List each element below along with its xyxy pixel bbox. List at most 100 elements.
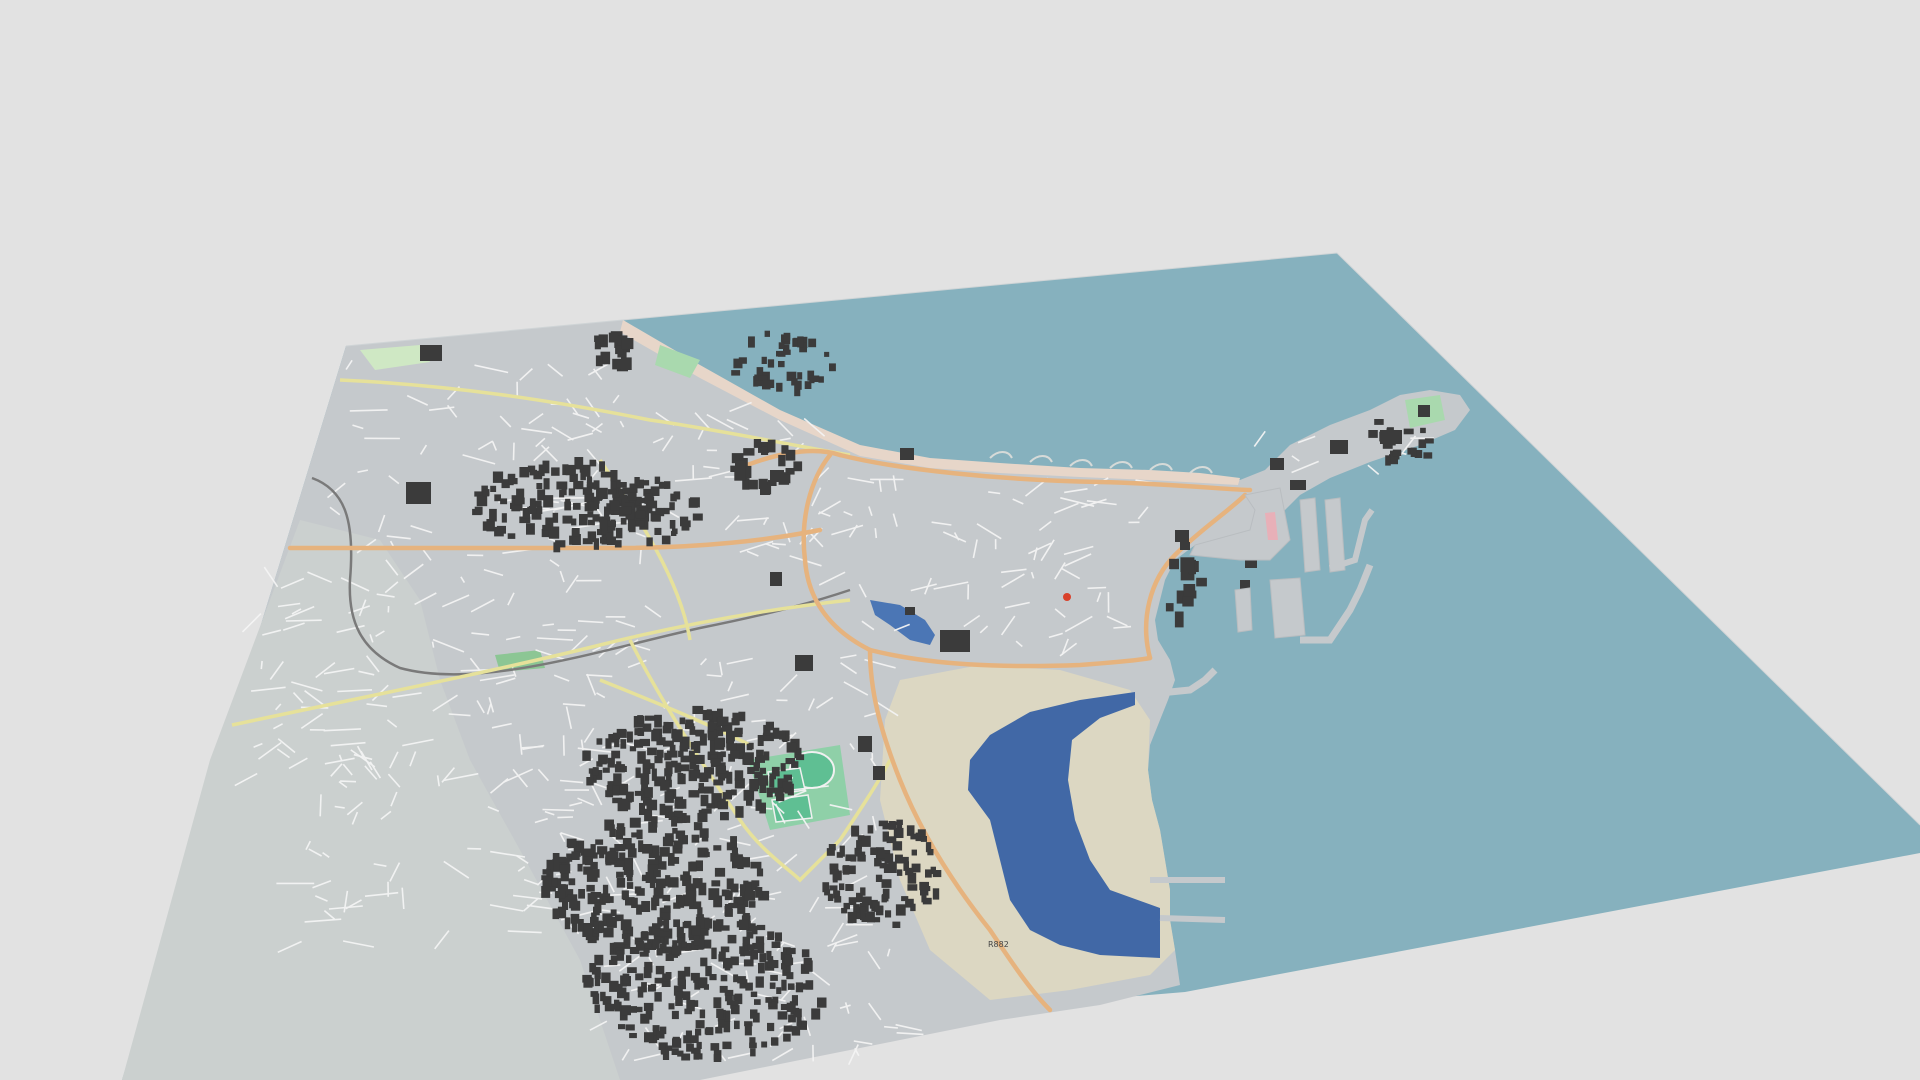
- building: [717, 716, 729, 726]
- building: [774, 787, 784, 797]
- map-scene[interactable]: R882: [0, 0, 1920, 1080]
- building: [730, 956, 739, 966]
- building: [586, 869, 598, 882]
- building: [589, 459, 597, 467]
- building: [808, 338, 817, 348]
- building: [743, 448, 755, 456]
- building: [711, 758, 721, 766]
- building: [583, 849, 594, 857]
- building: [677, 978, 686, 986]
- building: [621, 1005, 631, 1016]
- building: [562, 515, 573, 524]
- building: [627, 492, 637, 501]
- building: [651, 729, 660, 742]
- building: [900, 448, 914, 460]
- building: [1330, 440, 1348, 454]
- building: [774, 932, 782, 942]
- building: [661, 535, 671, 545]
- building: [635, 973, 644, 981]
- building: [1165, 603, 1174, 612]
- building: [817, 997, 827, 1008]
- building: [780, 763, 786, 772]
- building: [713, 920, 722, 932]
- building: [778, 454, 786, 467]
- building: [796, 754, 805, 761]
- poi-marker[interactable]: [1063, 593, 1071, 601]
- building: [811, 1008, 821, 1020]
- building: [605, 851, 613, 863]
- building: [787, 983, 795, 990]
- building: [656, 1030, 665, 1039]
- building: [644, 942, 652, 949]
- building: [671, 945, 682, 955]
- building: [655, 878, 666, 889]
- building: [634, 790, 644, 796]
- building: [767, 359, 775, 368]
- building: [761, 356, 767, 364]
- building: [582, 924, 593, 937]
- building: [892, 921, 901, 928]
- building: [680, 516, 689, 527]
- building: [662, 836, 673, 847]
- building: [1183, 584, 1196, 599]
- building: [647, 500, 658, 509]
- building: [762, 380, 771, 390]
- building: [771, 1037, 779, 1046]
- map-viewport[interactable]: R882: [0, 0, 1920, 1080]
- building: [526, 523, 535, 535]
- building: [752, 925, 758, 935]
- building: [634, 728, 641, 736]
- building: [643, 1002, 654, 1011]
- building: [672, 828, 678, 834]
- building: [767, 1022, 775, 1032]
- building: [610, 470, 618, 482]
- building: [623, 506, 632, 515]
- building: [932, 888, 940, 900]
- building: [737, 904, 746, 914]
- building: [751, 880, 760, 887]
- building: [801, 949, 810, 958]
- building: [829, 869, 839, 875]
- building: [627, 519, 635, 531]
- building: [659, 803, 666, 816]
- building: [598, 754, 608, 764]
- building: [748, 742, 754, 750]
- building: [759, 953, 767, 963]
- building: [672, 729, 683, 743]
- building: [688, 790, 700, 798]
- building: [621, 357, 632, 370]
- building: [501, 479, 510, 489]
- building: [604, 1003, 615, 1012]
- building: [776, 382, 783, 392]
- building: [765, 997, 772, 1003]
- building: [669, 520, 676, 529]
- building: [766, 950, 772, 961]
- building: [765, 721, 774, 731]
- building: [617, 987, 627, 999]
- building: [886, 836, 897, 844]
- building: [700, 957, 708, 967]
- building: [640, 1013, 650, 1024]
- building: [756, 924, 766, 931]
- building: [660, 782, 670, 791]
- building: [605, 738, 612, 749]
- building: [881, 879, 892, 888]
- building: [602, 996, 612, 1005]
- building: [1374, 419, 1384, 425]
- building: [1424, 438, 1434, 444]
- building: [616, 527, 623, 539]
- building: [602, 767, 610, 773]
- building: [568, 878, 576, 886]
- building: [735, 806, 744, 818]
- building: [685, 719, 694, 727]
- building: [709, 740, 716, 752]
- building: [613, 773, 622, 786]
- building: [635, 767, 641, 778]
- building: [644, 715, 655, 721]
- building: [683, 1035, 692, 1044]
- building: [641, 901, 651, 912]
- building: [753, 439, 762, 448]
- building: [796, 380, 802, 390]
- building: [842, 865, 850, 875]
- building: [692, 705, 704, 714]
